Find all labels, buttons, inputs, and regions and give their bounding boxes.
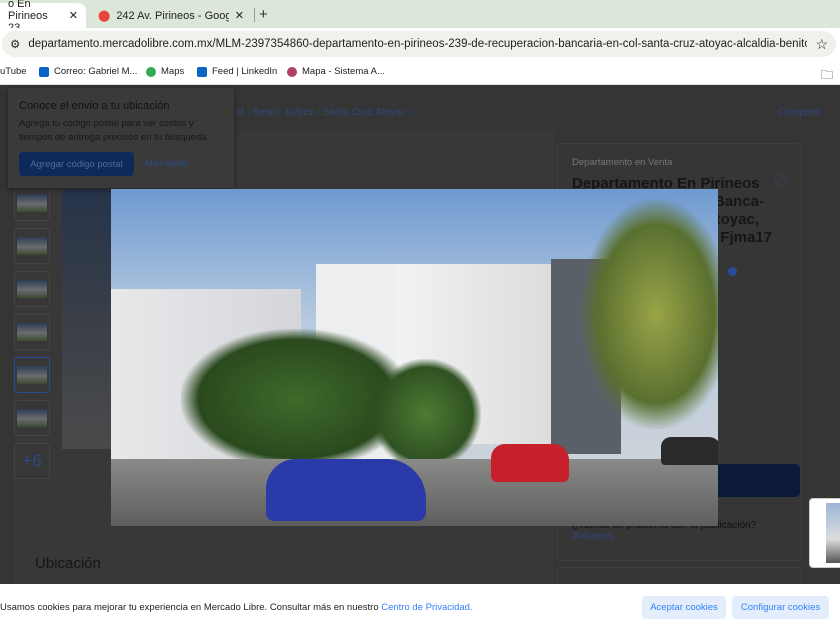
shipping-location-popup: Conoce el envío a tu ubicación Agrega tu… (8, 88, 234, 188)
thumbnail[interactable] (14, 185, 50, 221)
thumbnail[interactable] (14, 271, 50, 307)
listing-kind: Departamento en Venta (572, 157, 673, 168)
tree-right (581, 199, 718, 429)
tab-google-maps[interactable]: ⬤ 242 Av. Pirineos - Google Ma ✕ (90, 3, 252, 28)
privacy-center-link[interactable]: Centro de Privacidad. (381, 602, 472, 613)
url-text: departamento.mercadolibre.com.mx/MLM-239… (28, 38, 808, 50)
close-icon[interactable]: ✕ (69, 9, 78, 22)
bookmark-label: uTube (0, 66, 27, 77)
popup-text: Agrega tu código postal para ver costos … (19, 118, 210, 143)
location-heading: Ubicación (35, 555, 101, 572)
later-button[interactable]: Más tarde (145, 158, 187, 169)
bookmark-outlook[interactable]: Correo: Gabriel M... (39, 66, 137, 77)
maps-icon (146, 66, 156, 77)
add-postal-code-button[interactable]: Agregar código postal (19, 152, 134, 176)
outlook-icon (39, 66, 49, 77)
report-link[interactable]: Avísanos. (572, 531, 616, 542)
bookmark-mapa[interactable]: Mapa - Sistema A... (287, 66, 385, 77)
tab-mercadolibre[interactable]: o En Pirineos 23✕ (0, 0, 86, 34)
bookmark-linkedin[interactable]: Feed | LinkedIn (197, 66, 277, 77)
linkedin-icon (197, 66, 207, 77)
bookmark-label: Mapa - Sistema A... (302, 66, 385, 77)
bookmark-label: Correo: Gabriel M... (54, 66, 138, 77)
bookmark-youtube[interactable]: uTube (0, 66, 27, 77)
close-icon[interactable]: ✕ (235, 9, 244, 22)
thumbnail[interactable] (14, 314, 50, 350)
map-pin-icon: ⬤ (98, 10, 111, 22)
popup-title: Conoce el envío a tu ubicación (19, 100, 170, 112)
street-view-photo-lightbox[interactable] (111, 189, 718, 526)
more-photos-button[interactable]: +6 (14, 443, 50, 479)
bookmark-maps[interactable]: Maps (146, 66, 184, 77)
bookmark-star-icon[interactable]: ☆ (815, 36, 828, 53)
configure-cookies-button[interactable]: Configurar cookies (732, 596, 829, 619)
folder-icon[interactable]: 🗀 (821, 66, 833, 87)
new-tab-button[interactable]: + (259, 6, 268, 23)
red-car (491, 444, 569, 482)
accept-cookies-button[interactable]: Aceptar cookies (642, 596, 726, 619)
address-bar-row: ⚙ departamento.mercadolibre.com.mx/MLM-2… (0, 28, 840, 60)
dark-car (661, 437, 718, 465)
tab-label: 242 Av. Pirineos - Google Ma (116, 9, 229, 22)
thumbnail-selected[interactable] (14, 357, 50, 393)
breadcrumb-item[interactable]: Santa Cruz Atoyac (323, 107, 406, 118)
breadcrumb-item[interactable]: Benito Juárez (253, 107, 314, 118)
tree-middle (371, 359, 481, 469)
url-input[interactable]: ⚙ departamento.mercadolibre.com.mx/MLM-2… (2, 31, 836, 57)
share-link[interactable]: Compartir (778, 107, 822, 118)
verified-icon (728, 267, 737, 276)
thumbnail[interactable] (14, 400, 50, 436)
bookmark-label: Feed | LinkedIn (212, 66, 278, 77)
thumbnail-list: +6 (14, 185, 50, 486)
cookie-banner: Usamos cookies para mejorar tu experienc… (0, 584, 840, 630)
cookie-text: Usamos cookies para mejorar tu experienc… (0, 602, 473, 613)
mini-player-thumbnail[interactable] (809, 498, 840, 568)
mapa-icon (287, 66, 297, 77)
breadcrumb-item[interactable]: al (236, 107, 244, 118)
tab-bar: o En Pirineos 23✕ ⬤ 242 Av. Pirineos - Go… (0, 0, 840, 34)
tab-divider (254, 8, 255, 22)
blue-car (266, 459, 426, 521)
cookie-message: Usamos cookies para mejorar tu experienc… (0, 602, 382, 613)
breadcrumb: al › Benito Juárez › Santa Cruz Atoyac › (236, 107, 412, 118)
favorite-heart-icon[interactable]: ♡ (773, 172, 789, 193)
site-settings-icon[interactable]: ⚙ (10, 37, 20, 51)
bookmarks-bar: uTube Correo: Gabriel M... Maps Feed | L… (0, 60, 840, 85)
thumbnail[interactable] (14, 228, 50, 264)
bookmark-label: Maps (161, 66, 185, 77)
